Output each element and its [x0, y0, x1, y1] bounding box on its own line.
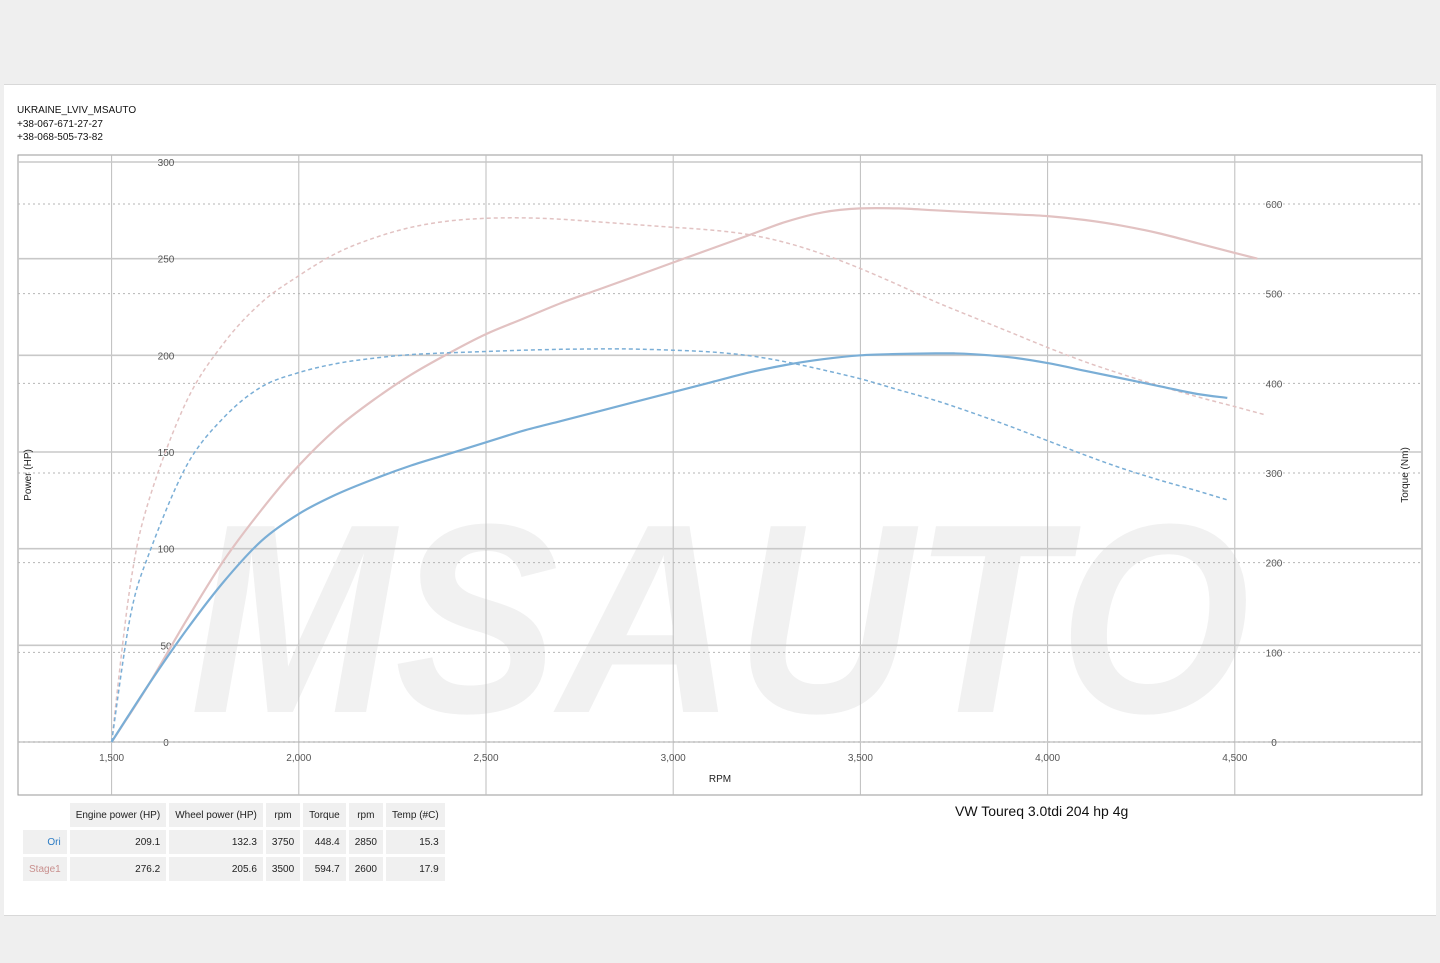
y2-axis-title: Torque (Nm): [1400, 447, 1411, 503]
y-tick-label: 200: [158, 351, 175, 362]
summary-cell: 15.3: [385, 830, 445, 854]
summary-cell: 3750: [265, 830, 301, 854]
y-tick-label: 0: [163, 738, 169, 749]
summary-header-cell: Engine power (HP): [69, 803, 167, 827]
y-tick-label: 150: [158, 448, 175, 459]
summary-cell: 276.2: [69, 857, 167, 881]
summary-row-ori: Ori 209.1 132.3 3750 448.4 2850 15.3: [23, 830, 445, 854]
x-tick-label: 3,500: [848, 753, 873, 764]
summary-row-stage1: Stage1 276.2 205.6 3500 594.7 2600 17.9: [23, 857, 445, 881]
summary-header-cell: Temp (#C): [385, 803, 445, 827]
watermark-text: MSAUTO: [190, 469, 1250, 770]
row-label-stage1: Stage1: [23, 857, 67, 881]
summary-table: Engine power (HP) Wheel power (HP) rpm T…: [20, 800, 448, 884]
car-title: VW Toureq 3.0tdi 204 hp 4g: [955, 803, 1129, 819]
y2-tick-label: 400: [1266, 379, 1283, 390]
x-axis-title: RPM: [709, 774, 731, 785]
summary-header-row: Engine power (HP) Wheel power (HP) rpm T…: [23, 803, 445, 827]
summary-cell: 209.1: [69, 830, 167, 854]
x-tick-label: 4,000: [1035, 753, 1060, 764]
summary-cell: 2600: [348, 857, 383, 881]
summary-cell: 205.6: [169, 857, 263, 881]
summary-header-cell: Wheel power (HP): [169, 803, 263, 827]
summary-header-cell: rpm: [348, 803, 383, 827]
summary-cell: 3500: [265, 857, 301, 881]
row-label-ori: Ori: [23, 830, 67, 854]
summary-cell: 594.7: [303, 857, 346, 881]
x-tick-label: 2,000: [286, 753, 311, 764]
y2-tick-label: 200: [1266, 559, 1283, 570]
y2-tick-label: 0: [1271, 738, 1277, 749]
summary-corner: [23, 803, 67, 827]
summary-header-cell: rpm: [265, 803, 301, 827]
y-tick-label: 250: [158, 255, 175, 266]
y2-tick-label: 500: [1266, 290, 1283, 301]
summary-cell: 448.4: [303, 830, 346, 854]
summary-cell: 2850: [348, 830, 383, 854]
summary-cell: 132.3: [169, 830, 263, 854]
x-tick-label: 1,500: [99, 753, 124, 764]
summary-cell: 17.9: [385, 857, 445, 881]
x-tick-label: 2,500: [473, 753, 498, 764]
y2-tick-label: 100: [1266, 648, 1283, 659]
y-tick-label: 100: [158, 545, 175, 556]
y-tick-label: 300: [158, 158, 175, 169]
summary-header-cell: Torque: [303, 803, 346, 827]
y2-tick-label: 300: [1266, 469, 1283, 480]
y2-tick-label: 600: [1266, 200, 1283, 211]
x-tick-label: 3,000: [661, 753, 686, 764]
y-axis-title: Power (HP): [23, 449, 34, 501]
x-tick-label: 4,500: [1222, 753, 1247, 764]
